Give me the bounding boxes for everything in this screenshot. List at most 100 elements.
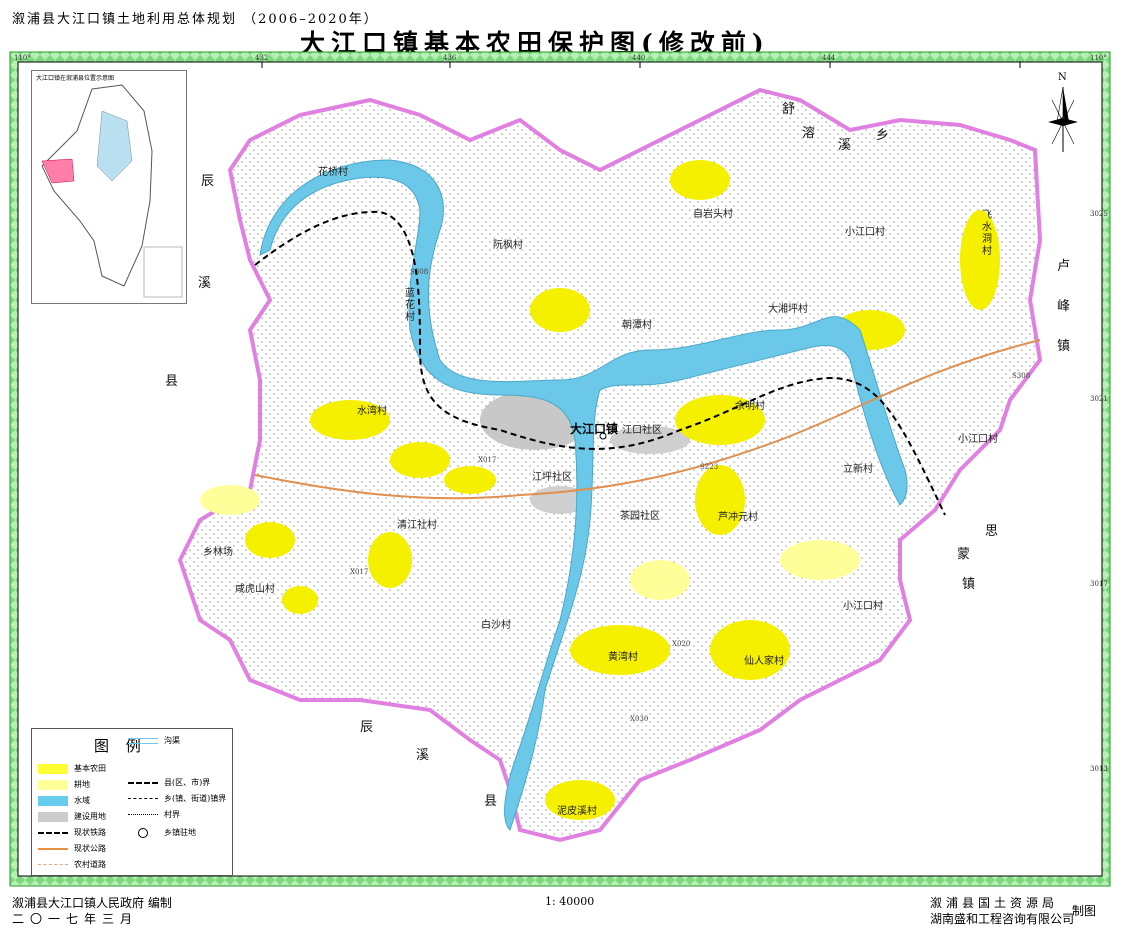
legend-item: 现状公路 [38,843,106,854]
inset-map [41,84,183,298]
road-label: X017 [478,456,497,464]
region-label: 县 [484,794,498,809]
village-label: 水湾村 [357,406,387,417]
coord-lon-0: 110° [14,54,31,62]
legend-item: 县(区、市)界 [128,777,210,788]
legend-label: 基本农田 [74,764,106,773]
legend-item: 基本农田 [38,763,106,774]
town-seat-icon [128,827,158,838]
legend-swatch [128,798,158,799]
village-label: 咸虎山村 [235,584,275,595]
legend-swatch [38,811,68,822]
village-label: 乡林场 [203,547,233,558]
village-label: 江口社区 [622,425,662,436]
region-label: 舒 [782,102,796,117]
legend-label: 现状铁路 [74,828,106,837]
legend-item: 建设用地 [38,811,106,822]
location-inset: 大江口镇在溆浦县位置示意图 [31,70,187,304]
region-label: 卢 [1057,259,1071,274]
village-label: 江坪社区 [532,472,572,483]
legend-label: 沟渠 [164,736,180,745]
footer-right: 溆浦县国土资源局 湖南盛和工程咨询有限公司 [930,895,1074,927]
village-label: 白沙村 [481,620,511,631]
town-name-label: 大江口镇 [570,422,619,436]
footer-make: 制图 [1072,904,1097,918]
region-label: 辰 [201,174,215,189]
village-label: 余明村 [735,401,765,412]
map-scale: 1: 40000 [545,895,595,908]
village-label: 大湘坪村 [768,304,808,315]
village-label: 蓝花村 [405,288,415,323]
village-label: 芦冲元村 [718,512,758,523]
road-label: X020 [672,640,691,648]
village-label: 小江口村 [845,227,885,238]
region-label: 思 [985,524,999,539]
footer-left: 溆浦县大江口镇人民政府 编制 二〇一七年三月 [12,895,172,927]
legend-label: 水域 [74,796,90,805]
village-label: 阮枫村 [493,240,523,251]
legend: 图 例 基本农田 耕地 水域 建设用地 现状铁路 现状公路 农村道路 沟渠 县(… [31,728,233,876]
village-label: 立新村 [843,464,873,475]
legend-swatch [128,814,158,815]
coord-lat-3: 3013 [1090,765,1108,773]
legend-item: 村界 [128,809,180,820]
coord-lon-1: 432 [255,54,269,62]
legend-swatch [38,795,68,806]
coord-lat-0: 3025 [1090,210,1108,218]
region-label: 溪 [198,276,212,291]
village-label: 自岩头村 [693,209,733,220]
village-label: 花桥村 [318,167,348,178]
region-label: 镇 [1057,339,1071,354]
legend-swatch [128,781,158,784]
region-label: 县 [165,374,179,389]
legend-label: 村界 [164,810,180,819]
village-label: 飞水洞村 [982,210,992,257]
legend-label: 农村道路 [74,860,106,869]
legend-item: 耕地 [38,779,90,790]
region-label: 乡 [876,128,890,143]
region-label: 蒙 [957,547,971,562]
village-label: 小江口村 [843,601,883,612]
road-label: S308 [410,268,429,276]
village-label: 黄湾村 [608,652,638,663]
legend-item: 现状铁路 [38,827,106,838]
village-label: 小江口村 [958,434,998,445]
road-label: X017 [350,568,369,576]
village-label: 泥皮溪村 [557,806,597,817]
legend-label: 建设用地 [74,812,106,821]
legend-label: 现状公路 [74,844,106,853]
road-label: S223 [700,463,719,471]
legend-item: 乡镇驻地 [128,827,196,838]
legend-label: 乡镇驻地 [164,828,196,837]
legend-swatch [38,864,68,865]
legend-label: 乡(镇、街道)镇界 [164,794,227,803]
region-label: 辰 [360,720,374,735]
coord-lat-1: 3021 [1090,395,1108,403]
legend-item: 乡(镇、街道)镇界 [128,793,226,804]
road-label: X030 [630,715,649,723]
legend-label: 耕地 [74,780,90,789]
legend-item: 农村道路 [38,859,106,870]
coord-lat-2: 3017 [1090,580,1108,588]
region-label: 溪 [416,748,430,763]
footer-date: 二〇一七年三月 [12,912,139,926]
legend-item: 沟渠 [128,735,180,746]
compass-icon [1048,86,1078,152]
footer-company: 湖南盛和工程咨询有限公司 [930,912,1075,926]
coord-lon-3: 440 [632,54,646,62]
village-label: 仙人家村 [744,656,784,667]
region-label: 溶 [802,126,816,141]
legend-label: 县(区、市)界 [164,778,211,787]
region-label: 溪 [838,138,852,153]
legend-swatch [128,737,158,744]
village-label: 茶园社区 [620,511,660,522]
legend-swatch [38,779,68,790]
region-label: 峰 [1057,299,1071,314]
legend-item: 水域 [38,795,90,806]
village-label: 朝潭村 [622,320,652,331]
legend-swatch [38,847,68,850]
coord-lon-4: 444 [822,54,836,62]
legend-swatch [38,763,68,774]
village-label: 清江社村 [397,520,437,531]
legend-swatch [38,831,68,834]
